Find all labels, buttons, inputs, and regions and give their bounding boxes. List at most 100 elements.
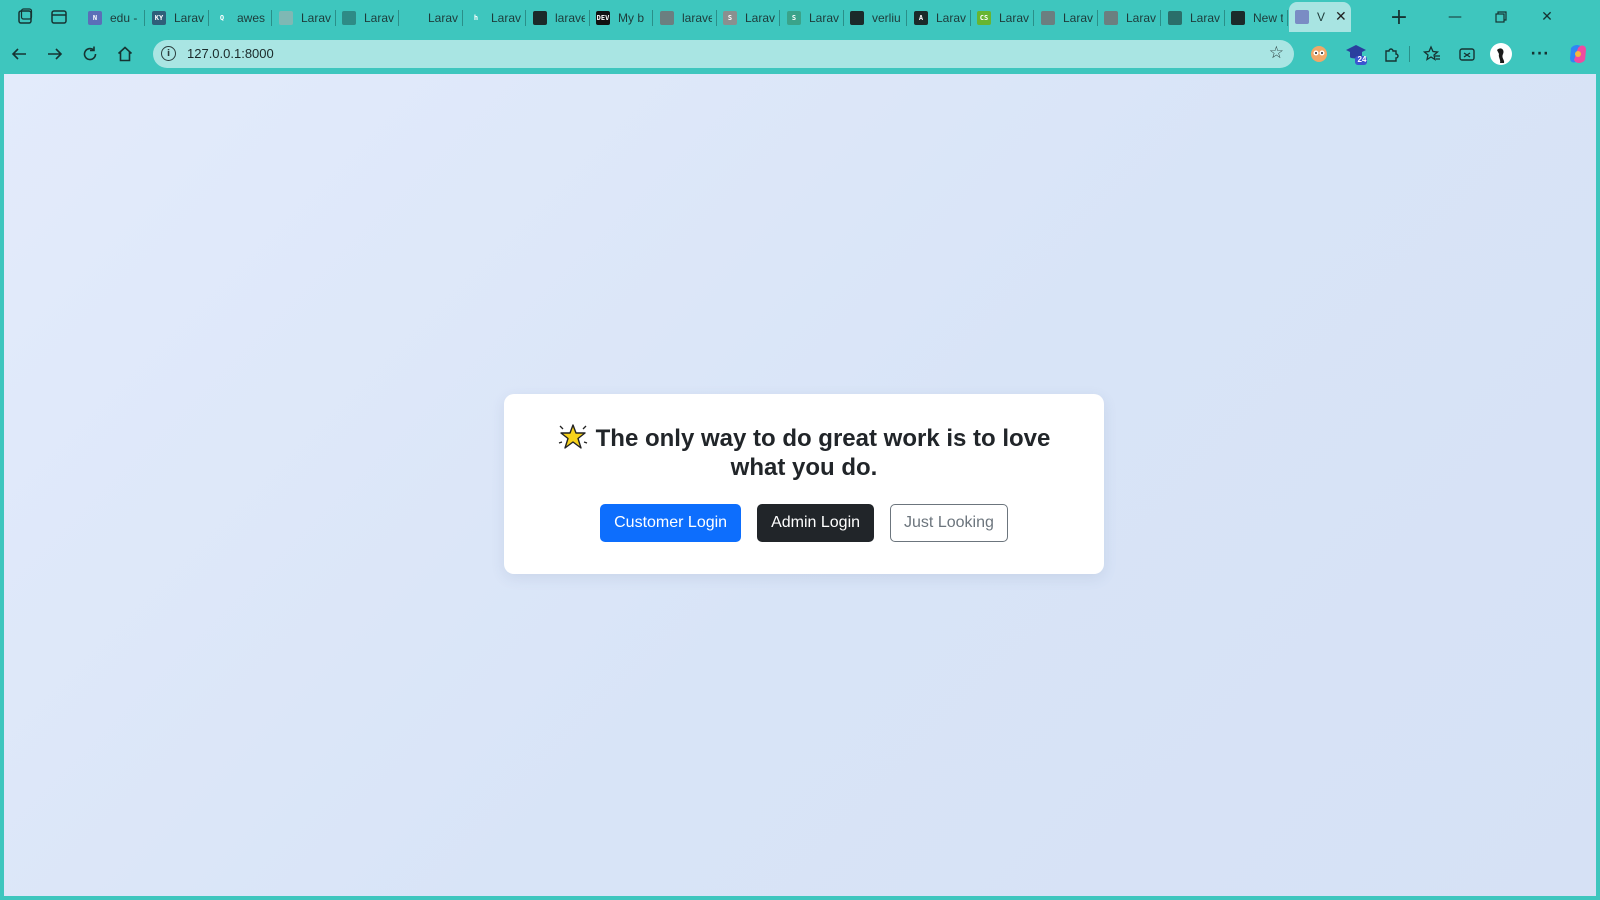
just-looking-button[interactable]: Just Looking [890, 504, 1008, 542]
tab-favicon-icon: A [914, 11, 928, 25]
tab-separator [144, 10, 145, 26]
tab-favicon-icon [1104, 11, 1118, 25]
copilot-icon[interactable] [1566, 42, 1590, 66]
tab-19[interactable]: New t [1225, 4, 1288, 32]
tab-favicon-icon [1231, 11, 1245, 25]
favorites-icon[interactable] [1420, 42, 1444, 66]
admin-login-button[interactable]: Admin Login [757, 504, 875, 542]
tab-separator [525, 10, 526, 26]
tab-15[interactable]: CS Larav [971, 4, 1034, 32]
vertical-tabs-icon[interactable] [49, 7, 69, 27]
tab-9[interactable]: DEV My b [590, 4, 653, 32]
tab-label: My b [618, 11, 645, 25]
back-icon[interactable] [6, 41, 32, 67]
refresh-icon[interactable] [77, 41, 103, 67]
tab-17[interactable]: Larav [1098, 4, 1161, 32]
tab-label: Larav [1063, 11, 1093, 25]
collections-icon[interactable] [1455, 42, 1479, 66]
address-bar[interactable]: i 127.0.0.1:8000 ☆ [153, 40, 1294, 68]
workspaces-icon[interactable] [15, 7, 35, 27]
favorite-star-icon[interactable]: ☆ [1269, 43, 1284, 63]
tab-favicon-icon [533, 11, 547, 25]
extension-eyes-icon[interactable] [1307, 42, 1331, 66]
forward-icon[interactable] [42, 41, 68, 67]
tab-favicon-icon [1041, 11, 1055, 25]
tab-label: awes [237, 11, 266, 25]
tab-18[interactable]: Larav [1162, 4, 1225, 32]
browser-toolbar: i 127.0.0.1:8000 ☆ 24 ··· [0, 34, 1600, 74]
tab-favicon-icon [660, 11, 674, 25]
tab-favicon-icon: KY [152, 11, 166, 25]
tab-favicon-icon [342, 11, 356, 25]
tab-14[interactable]: A Larav [908, 4, 971, 32]
tab-separator [1033, 10, 1034, 26]
tab-label: Larav [936, 11, 966, 25]
tab-favicon-icon [406, 11, 420, 25]
tab-favicon-icon: S [787, 11, 801, 25]
address-url[interactable]: 127.0.0.1:8000 [187, 46, 274, 61]
tab-2[interactable]: KY Larav [146, 4, 209, 32]
tab-label: Larav [1126, 11, 1156, 25]
tab-favicon-icon: N [88, 11, 102, 25]
tab-favicon-icon: DEV [596, 11, 610, 25]
tab-separator [1160, 10, 1161, 26]
tab-label: Larav [1190, 11, 1220, 25]
tab-label: edu - [110, 11, 138, 25]
page-viewport: The only way to do great work is to love… [4, 74, 1596, 896]
tab-separator [271, 10, 272, 26]
quote-text: The only way to do great work is to love… [595, 425, 1051, 481]
tab-13[interactable]: verliu [844, 4, 907, 32]
glowing-star-icon [558, 424, 588, 450]
tab-12[interactable]: S Larav [781, 4, 844, 32]
more-options-icon[interactable]: ··· [1528, 42, 1552, 66]
toolbar-divider [1409, 46, 1410, 62]
tab-6[interactable]: Larav [400, 4, 463, 32]
tab-4[interactable]: Larav [273, 4, 336, 32]
tab-separator [906, 10, 907, 26]
tab-11[interactable]: S Larav [717, 4, 780, 32]
tab-favicon-icon [279, 11, 293, 25]
tab-7[interactable]: h Larav [463, 4, 526, 32]
close-window-button[interactable]: ✕ [1524, 4, 1570, 30]
new-tab-button[interactable]: + [1386, 4, 1412, 30]
tab-16[interactable]: Larav [1035, 4, 1098, 32]
tab-20[interactable]: V ✕ [1289, 2, 1351, 32]
tab-label: Larav [364, 11, 394, 25]
tab-separator [779, 10, 780, 26]
tab-label: verliu [872, 11, 901, 25]
tab-label: V [1317, 10, 1326, 24]
tab-10[interactable]: larave [654, 4, 717, 32]
tab-8[interactable]: larave [527, 4, 590, 32]
tab-strip: Nedu - KY Larav Qawes Larav Larav Larav h Larav l… [0, 0, 1600, 34]
tab-label: Larav [809, 11, 839, 25]
profile-avatar[interactable] [1489, 42, 1513, 66]
tab-label: Larav [301, 11, 331, 25]
extension-badge: 24 [1357, 55, 1367, 64]
login-button-row: Customer Login Admin Login Just Looking [504, 504, 1104, 542]
tab-label: larave [682, 11, 712, 25]
extensions-puzzle-icon[interactable] [1380, 42, 1404, 66]
welcome-card: The only way to do great work is to love… [504, 394, 1104, 574]
tab-favicon-icon [850, 11, 864, 25]
tab-favicon-icon: S [723, 11, 737, 25]
customer-login-button[interactable]: Customer Login [600, 504, 742, 542]
tab-label: Larav [745, 11, 775, 25]
site-info-icon[interactable]: i [161, 46, 176, 61]
minimize-button[interactable]: — [1432, 4, 1478, 30]
tab-separator [652, 10, 653, 26]
tab-3[interactable]: Qawes [209, 4, 272, 32]
tab-separator [1287, 10, 1288, 26]
tab-favicon-icon: CS [977, 11, 991, 25]
tab-favicon-icon: h [469, 11, 483, 25]
tab-label: larave [555, 11, 585, 25]
quote-heading: The only way to do great work is to love… [534, 424, 1074, 482]
close-tab-icon[interactable]: ✕ [1335, 9, 1347, 25]
extension-cap-icon[interactable]: 24 [1344, 42, 1368, 66]
restore-button[interactable] [1478, 4, 1524, 30]
tab-5[interactable]: Larav [336, 4, 399, 32]
tab-label: Larav [999, 11, 1029, 25]
tab-favicon-icon [1295, 10, 1309, 24]
tab-1[interactable]: Nedu - [82, 4, 145, 32]
tab-label: Larav [428, 11, 458, 25]
home-icon[interactable] [112, 41, 138, 67]
